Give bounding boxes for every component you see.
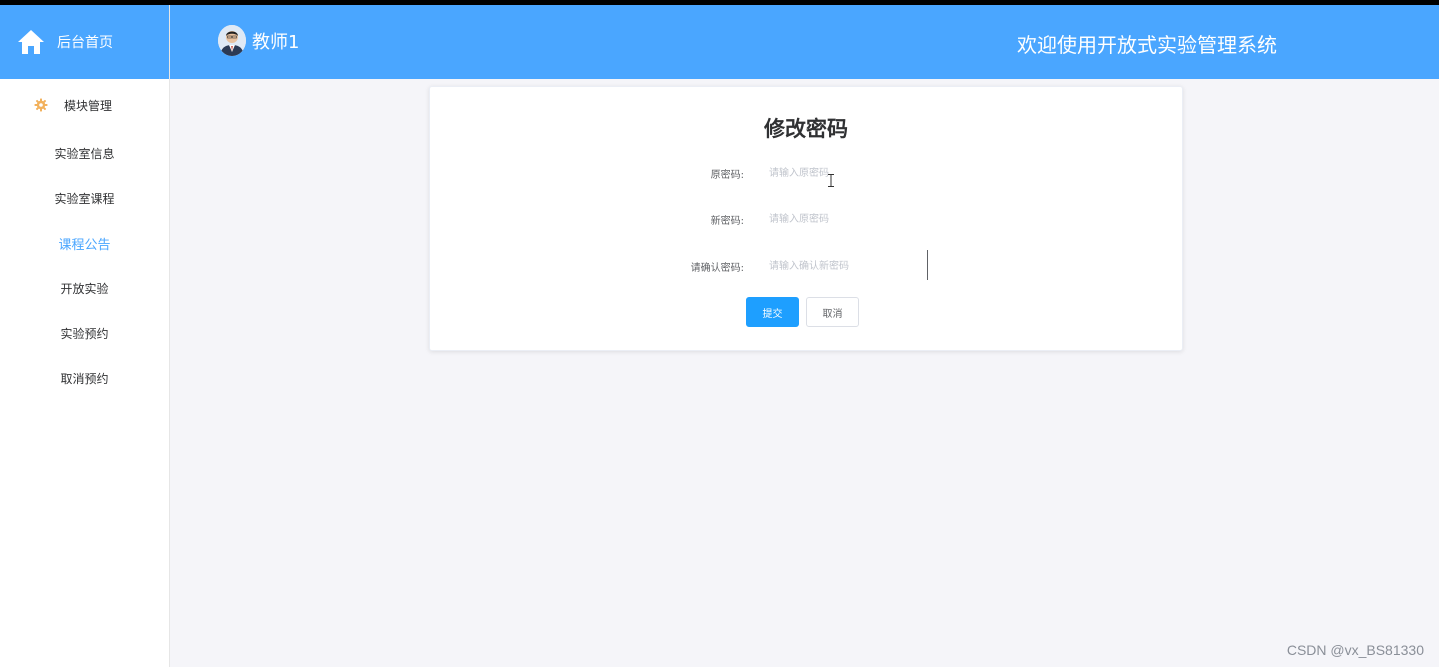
text-cursor-icon (828, 174, 834, 187)
user-avatar-icon (218, 25, 246, 56)
brand-label: 后台首页 (57, 35, 113, 51)
sidebar-item-lab-info[interactable]: 实验室信息 (0, 131, 169, 176)
new-password-label: 新密码: (710, 216, 744, 227)
change-password-card: 修改密码 原密码: 新密码: 请确认密码: 提交 取消 (429, 86, 1183, 351)
old-password-label: 原密码: (710, 170, 744, 181)
sidebar-menu: 模块管理 实验室信息 实验室课程 课程公告 开放实验 实验预约 取消预约 (0, 79, 169, 401)
system-title: 欢迎使用开放式实验管理系统 (1017, 33, 1277, 57)
sidebar-item-experiment-booking[interactable]: 实验预约 (0, 311, 169, 356)
gear-icon (34, 98, 48, 112)
menu-group-label: 模块管理 (64, 98, 113, 113)
page-title: 修改密码 (764, 117, 848, 141)
submit-button[interactable]: 提交 (746, 297, 799, 327)
watermark: CSDN @vx_BS81330 (1286, 642, 1424, 658)
sidebar-home-link[interactable]: 后台首页 (0, 5, 169, 79)
top-header: 教师1 欢迎使用开放式实验管理系统 (170, 5, 1439, 79)
new-password-row: 新密码: (430, 203, 1182, 235)
old-password-input[interactable] (761, 157, 929, 189)
confirm-password-row: 请确认密码: (430, 250, 1182, 282)
old-password-row: 原密码: (430, 157, 1182, 189)
cancel-button[interactable]: 取消 (806, 297, 859, 327)
sidebar-item-cancel-booking[interactable]: 取消预约 (0, 356, 169, 401)
input-edge-line (927, 250, 928, 280)
sidebar-item-open-experiments[interactable]: 开放实验 (0, 266, 169, 311)
sidebar-item-lab-courses[interactable]: 实验室课程 (0, 176, 169, 221)
sidebar: 后台首页 模块管理 实验室信息 实验室课程 课程公告 开放实验 实验预约 取消预… (0, 5, 170, 667)
sidebar-item-course-announcements[interactable]: 课程公告 (0, 221, 169, 266)
confirm-password-input[interactable] (761, 250, 929, 282)
new-password-input[interactable] (761, 203, 929, 235)
menu-group-module-management[interactable]: 模块管理 (0, 79, 169, 131)
home-icon (18, 30, 44, 54)
confirm-password-label: 请确认密码: (690, 263, 744, 274)
user-name: 教师1 (252, 32, 300, 53)
avatar[interactable] (218, 25, 246, 56)
